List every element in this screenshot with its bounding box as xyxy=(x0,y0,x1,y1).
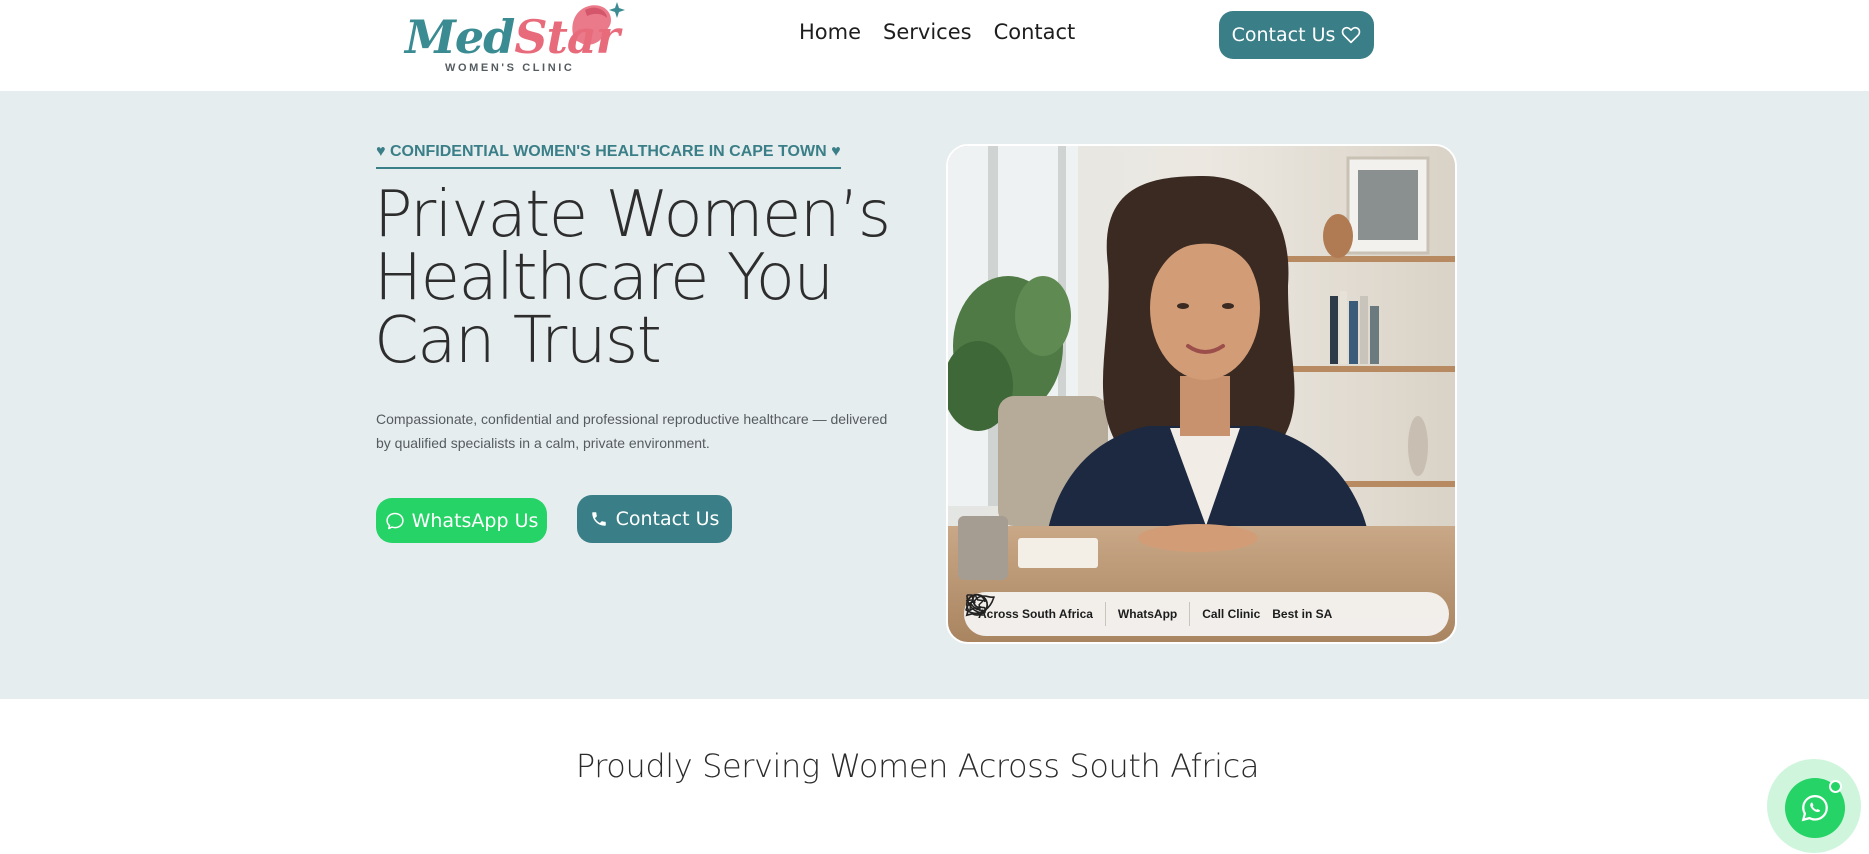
notification-dot xyxy=(1829,780,1842,793)
header-contact-button[interactable]: Contact Us xyxy=(1219,11,1374,59)
photo-badge-bar: Across South Africa WhatsApp Call Clinic xyxy=(964,592,1449,636)
site-header: MedStar WOMEN'S CLINIC Home Services Con… xyxy=(0,0,1869,91)
hero-title-line: Private Women’s xyxy=(374,178,891,252)
chat-bubble-icon xyxy=(385,512,404,529)
phone-icon xyxy=(591,512,606,526)
hero-eyebrow: ♥ CONFIDENTIAL WOMEN'S HEALTHCARE IN CAP… xyxy=(376,143,841,169)
hero-title-line: Healthcare You xyxy=(374,241,834,315)
hero-title-line: Can Trust xyxy=(374,304,662,378)
header-contact-label: Contact Us xyxy=(1231,24,1336,46)
hero-photo: Across South Africa WhatsApp Call Clinic xyxy=(946,144,1457,644)
woman-profile-logo-icon xyxy=(572,2,625,45)
badge-call-clinic: Call Clinic xyxy=(966,594,1261,621)
brand-tagline: WOMEN'S CLINIC xyxy=(445,62,575,74)
serving-section-title: Proudly Serving Women Across South Afric… xyxy=(575,747,1260,785)
badge-across-south-africa: Across South Africa xyxy=(965,595,1093,621)
brand-logo[interactable]: MedStar WOMEN'S CLINIC xyxy=(405,0,625,78)
badge-whatsapp: WhatsApp xyxy=(965,593,1178,621)
star-outline-icon xyxy=(965,593,985,612)
badge-divider xyxy=(1189,602,1191,626)
nav-home[interactable]: Home xyxy=(799,20,861,44)
whatsapp-us-label: WhatsApp Us xyxy=(411,509,539,532)
badge-label: Best in SA xyxy=(1272,607,1333,621)
heart-outline-icon xyxy=(1342,26,1361,44)
badge-label: Call Clinic xyxy=(1202,607,1261,621)
doctor-portrait-image xyxy=(948,146,1455,642)
whatsapp-icon xyxy=(1801,794,1828,822)
hero-section: ♥ CONFIDENTIAL WOMEN'S HEALTHCARE IN CAP… xyxy=(0,91,1869,699)
hero-contact-label: Contact Us xyxy=(615,508,720,530)
badge-label: WhatsApp xyxy=(1117,607,1178,621)
hero-title: Private Women’s Healthcare You Can Trust xyxy=(374,178,914,378)
hero-description: Compassionate, confidential and professi… xyxy=(376,411,888,451)
main-nav: Home Services Contact xyxy=(799,20,1075,44)
badge-divider xyxy=(1104,602,1106,626)
whatsapp-us-button[interactable]: WhatsApp Us xyxy=(376,498,547,543)
hero-contact-button[interactable]: Contact Us xyxy=(577,495,732,543)
badge-best-in-sa: Best in SA xyxy=(965,593,1333,621)
nav-contact[interactable]: Contact xyxy=(994,20,1076,44)
nav-services[interactable]: Services xyxy=(883,20,972,44)
